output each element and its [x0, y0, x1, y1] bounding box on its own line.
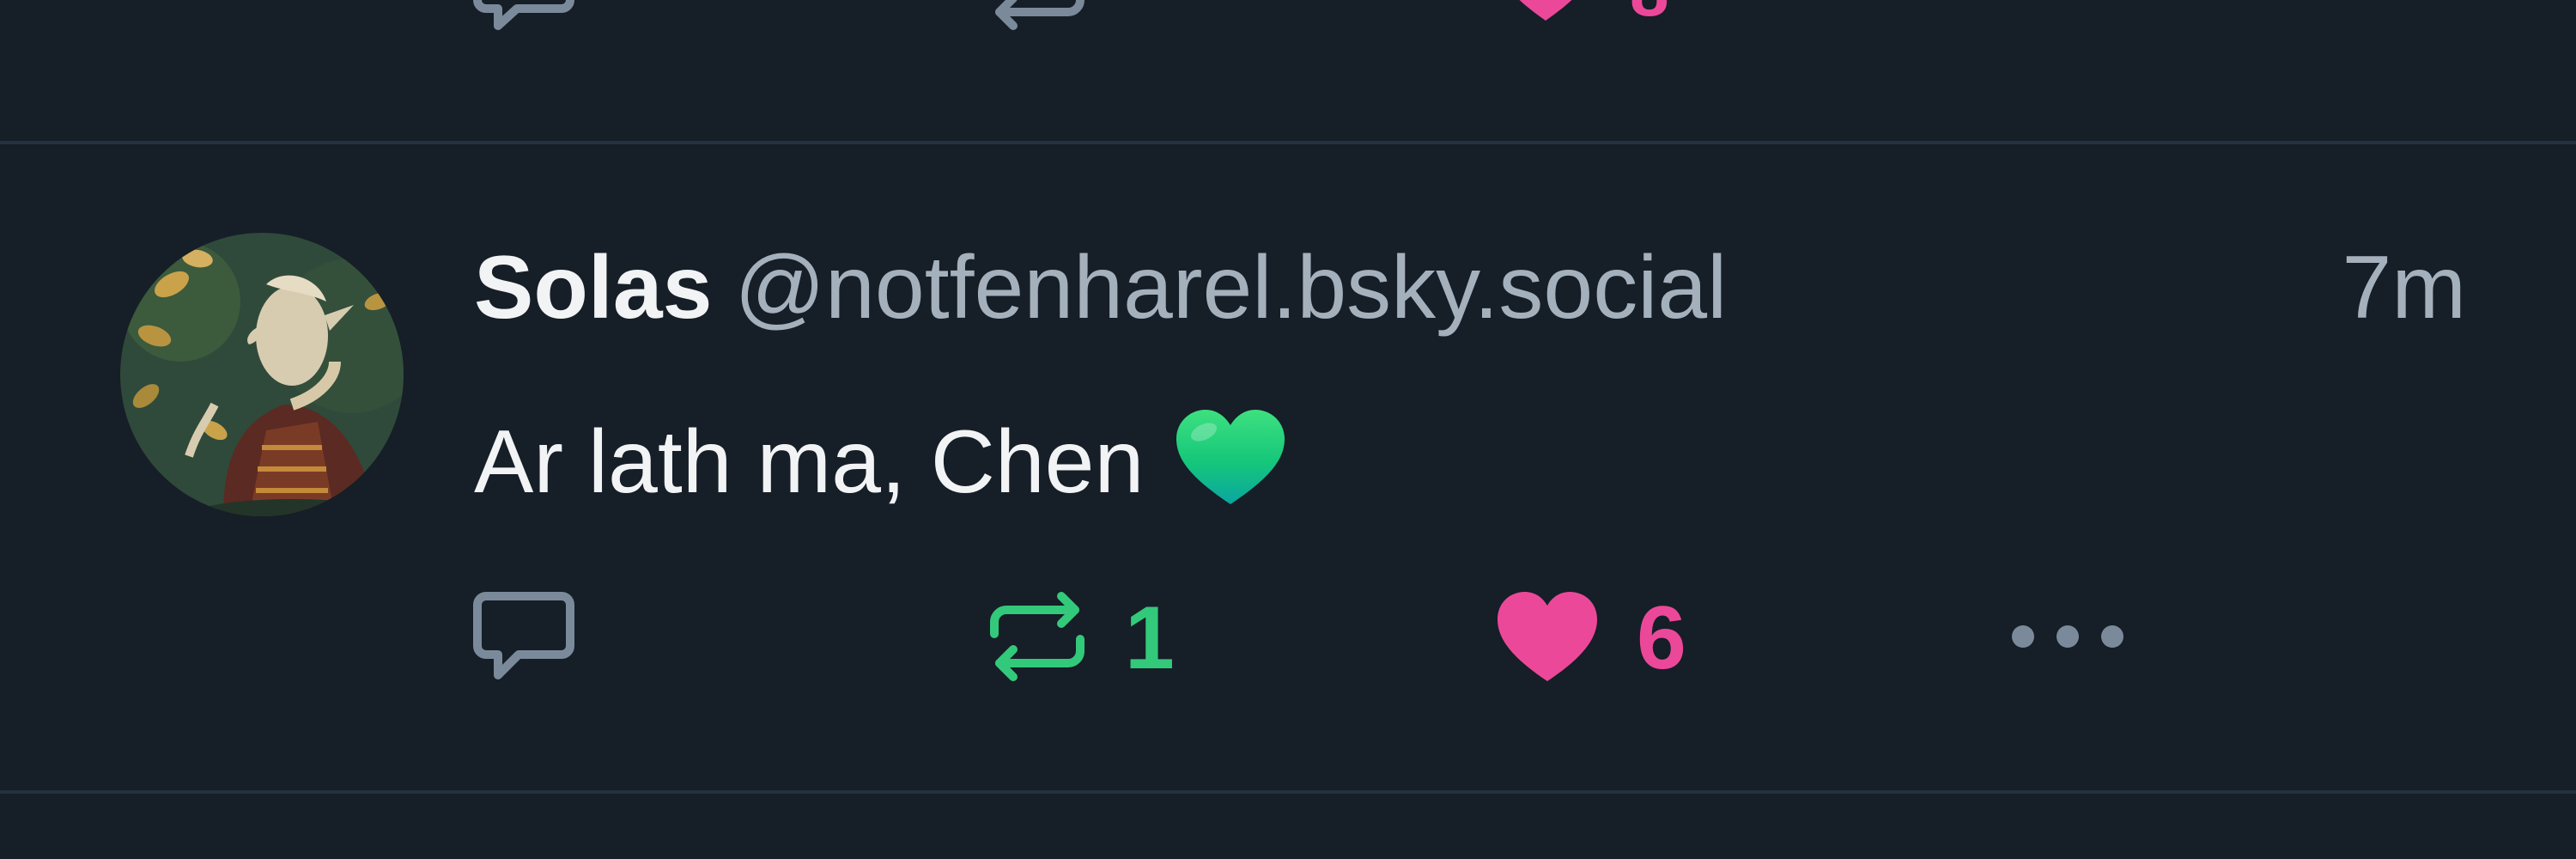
green-heart-emoji	[1173, 406, 1288, 525]
post-text: Ar lath ma, Chen	[474, 406, 1288, 525]
post-divider-bottom	[0, 790, 2576, 794]
avatar[interactable]	[120, 233, 404, 516]
post-timestamp[interactable]: 7m	[2342, 243, 2466, 332]
more-icon	[2008, 619, 2128, 658]
previous-post-actions: 8	[0, 0, 2576, 34]
display-name[interactable]: Solas	[474, 238, 712, 338]
like-button[interactable]: 6	[1494, 591, 1686, 685]
reply-button[interactable]	[472, 591, 575, 685]
like-count: 6	[1637, 588, 1686, 688]
user-handle[interactable]: @notfenharel.bsky.social	[734, 238, 1727, 338]
previous-like-icon[interactable]	[1494, 0, 1597, 30]
reply-icon	[472, 589, 575, 688]
like-icon	[1494, 588, 1601, 689]
repost-icon	[986, 589, 1089, 688]
post-header: Solas @notfenharel.bsky.social	[474, 243, 1727, 332]
previous-like-count: 8	[1630, 0, 1669, 27]
post-text-content: Ar lath ma, Chen	[474, 412, 1145, 512]
previous-repost-icon[interactable]	[986, 0, 1089, 34]
more-options-button[interactable]	[2008, 591, 2128, 685]
feed-view: 8 Solas@notfenharel.bsky.soci	[0, 0, 2576, 859]
repost-button[interactable]: 1	[986, 591, 1175, 685]
repost-count: 1	[1125, 588, 1175, 688]
post-divider-top	[0, 141, 2576, 144]
previous-reply-icon[interactable]	[472, 0, 575, 34]
